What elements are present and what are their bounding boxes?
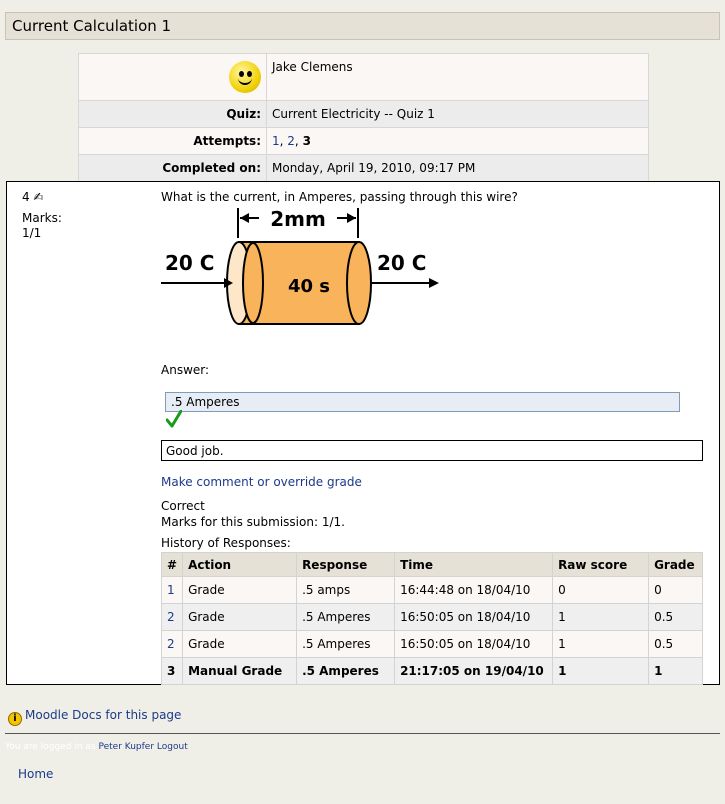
history-cell: 0.5 <box>648 603 703 631</box>
grading-status: Correct Marks for this submission: 1/1. <box>161 498 345 530</box>
history-row-link[interactable]: 1 <box>167 583 175 597</box>
user-profile-link[interactable]: Peter Kupfer <box>98 742 154 752</box>
info-icon: i <box>8 712 22 726</box>
history-cell: Grade <box>182 630 298 658</box>
attempt-current: 3 <box>302 134 311 148</box>
history-row: 2 Grade .5 Amperes 16:50:05 on 18/04/10 … <box>160 630 703 658</box>
logged-in-text: You are logged in as <box>5 742 96 752</box>
history-cell: 16:50:05 on 18/04/10 <box>394 603 554 631</box>
history-row-link[interactable]: 2 <box>167 637 175 651</box>
length-label: 2mm <box>270 207 326 231</box>
history-cell: Manual Grade <box>182 657 298 685</box>
question-number: 4 <box>22 190 30 204</box>
history-col-number: # <box>160 552 184 577</box>
history-cell: 1 <box>648 657 703 685</box>
history-col-raw-score: Raw score <box>552 552 650 577</box>
attempts-list: 1, 2, 3 <box>266 127 649 155</box>
history-cell: .5 amps <box>296 576 396 604</box>
marks-value: 1/1 <box>22 226 42 240</box>
summary-label: Attempts: <box>78 127 267 155</box>
history-cell: 1 <box>552 603 650 631</box>
history-col-action: Action <box>182 552 298 577</box>
avatar-cell <box>78 53 267 101</box>
login-info: You are logged in as Peter Kupfer Logout <box>5 742 188 752</box>
question-box: 4 ✍ Marks: 1/1 What is the current, in A… <box>6 181 720 685</box>
attempt-summary-table: Jake Clemens Quiz: Current Electricity -… <box>78 53 649 182</box>
history-row: 3 Manual Grade .5 Amperes 21:17:05 on 19… <box>160 657 703 685</box>
quiz-name: Current Electricity -- Quiz 1 <box>266 100 649 128</box>
history-cell: 1 <box>552 630 650 658</box>
summary-row-completed: Completed on: Monday, April 19, 2010, 09… <box>78 154 649 182</box>
question-info: 4 ✍ Marks: 1/1 <box>22 190 62 241</box>
feedback-box: Good job. <box>161 440 703 461</box>
attempt-link-1[interactable]: 1 <box>272 134 280 148</box>
history-cell: 1 <box>552 657 650 685</box>
history-cell: 0 <box>648 576 703 604</box>
user-name: Jake Clemens <box>266 53 649 101</box>
home-link[interactable]: Home <box>18 767 53 781</box>
footer-divider <box>5 733 720 734</box>
correct-text: Correct <box>161 499 205 513</box>
answer-input[interactable]: .5 Amperes <box>165 392 680 412</box>
time-label: 40 s <box>288 276 330 297</box>
history-table: # Action Response Time Raw score Grade 1… <box>160 552 703 685</box>
attempt-link-2[interactable]: 2 <box>287 134 295 148</box>
history-col-time: Time <box>394 552 554 577</box>
edit-icon[interactable]: ✍ <box>33 190 43 204</box>
history-row: 1 Grade .5 amps 16:44:48 on 18/04/10 0 0 <box>160 576 703 604</box>
history-row-link[interactable]: 2 <box>167 610 175 624</box>
docs-footer: i Moodle Docs for this page <box>8 708 181 726</box>
avatar[interactable] <box>229 61 261 93</box>
history-col-grade: Grade <box>648 552 703 577</box>
charge-out-label: 20 C <box>377 251 426 275</box>
history-cell: .5 Amperes <box>296 657 396 685</box>
history-cell: Grade <box>182 576 298 604</box>
history-cell: 0 <box>552 576 650 604</box>
question-content: What is the current, in Amperes, passing… <box>160 190 711 685</box>
history-cell: .5 Amperes <box>296 630 396 658</box>
comment-override-link[interactable]: Make comment or override grade <box>161 475 362 489</box>
question-text: What is the current, in Amperes, passing… <box>161 190 518 204</box>
moodle-docs-link[interactable]: Moodle Docs for this page <box>25 708 181 722</box>
summary-row-quiz: Quiz: Current Electricity -- Quiz 1 <box>78 100 649 128</box>
history-col-response: Response <box>296 552 396 577</box>
summary-row-user: Jake Clemens <box>78 53 649 101</box>
history-cell: Grade <box>182 603 298 631</box>
marks-label: Marks: <box>22 211 62 225</box>
correct-check-icon <box>166 410 182 428</box>
marks-submission: Marks for this submission: 1/1. <box>161 515 345 529</box>
history-header-row: # Action Response Time Raw score Grade <box>160 552 703 577</box>
summary-row-attempts: Attempts: 1, 2, 3 <box>78 127 649 155</box>
history-cell: 0.5 <box>648 630 703 658</box>
history-cell: 16:44:48 on 18/04/10 <box>394 576 554 604</box>
wire-diagram: 2mm 40 s 20 C 20 C <box>161 204 441 326</box>
history-cell: 16:50:05 on 18/04/10 <box>394 630 554 658</box>
charge-in-label: 20 C <box>165 251 214 275</box>
completed-date: Monday, April 19, 2010, 09:17 PM <box>266 154 649 182</box>
answer-label: Answer: <box>161 363 210 377</box>
summary-label: Quiz: <box>78 100 267 128</box>
history-label: History of Responses: <box>161 536 291 550</box>
logout-link[interactable]: Logout <box>157 742 188 752</box>
history-cell: 21:17:05 on 19/04/10 <box>394 657 554 685</box>
page-title: Current Calculation 1 <box>5 12 720 40</box>
history-row: 2 Grade .5 Amperes 16:50:05 on 18/04/10 … <box>160 603 703 631</box>
history-cell: 3 <box>160 657 184 685</box>
summary-label: Completed on: <box>78 154 267 182</box>
history-cell: .5 Amperes <box>296 603 396 631</box>
